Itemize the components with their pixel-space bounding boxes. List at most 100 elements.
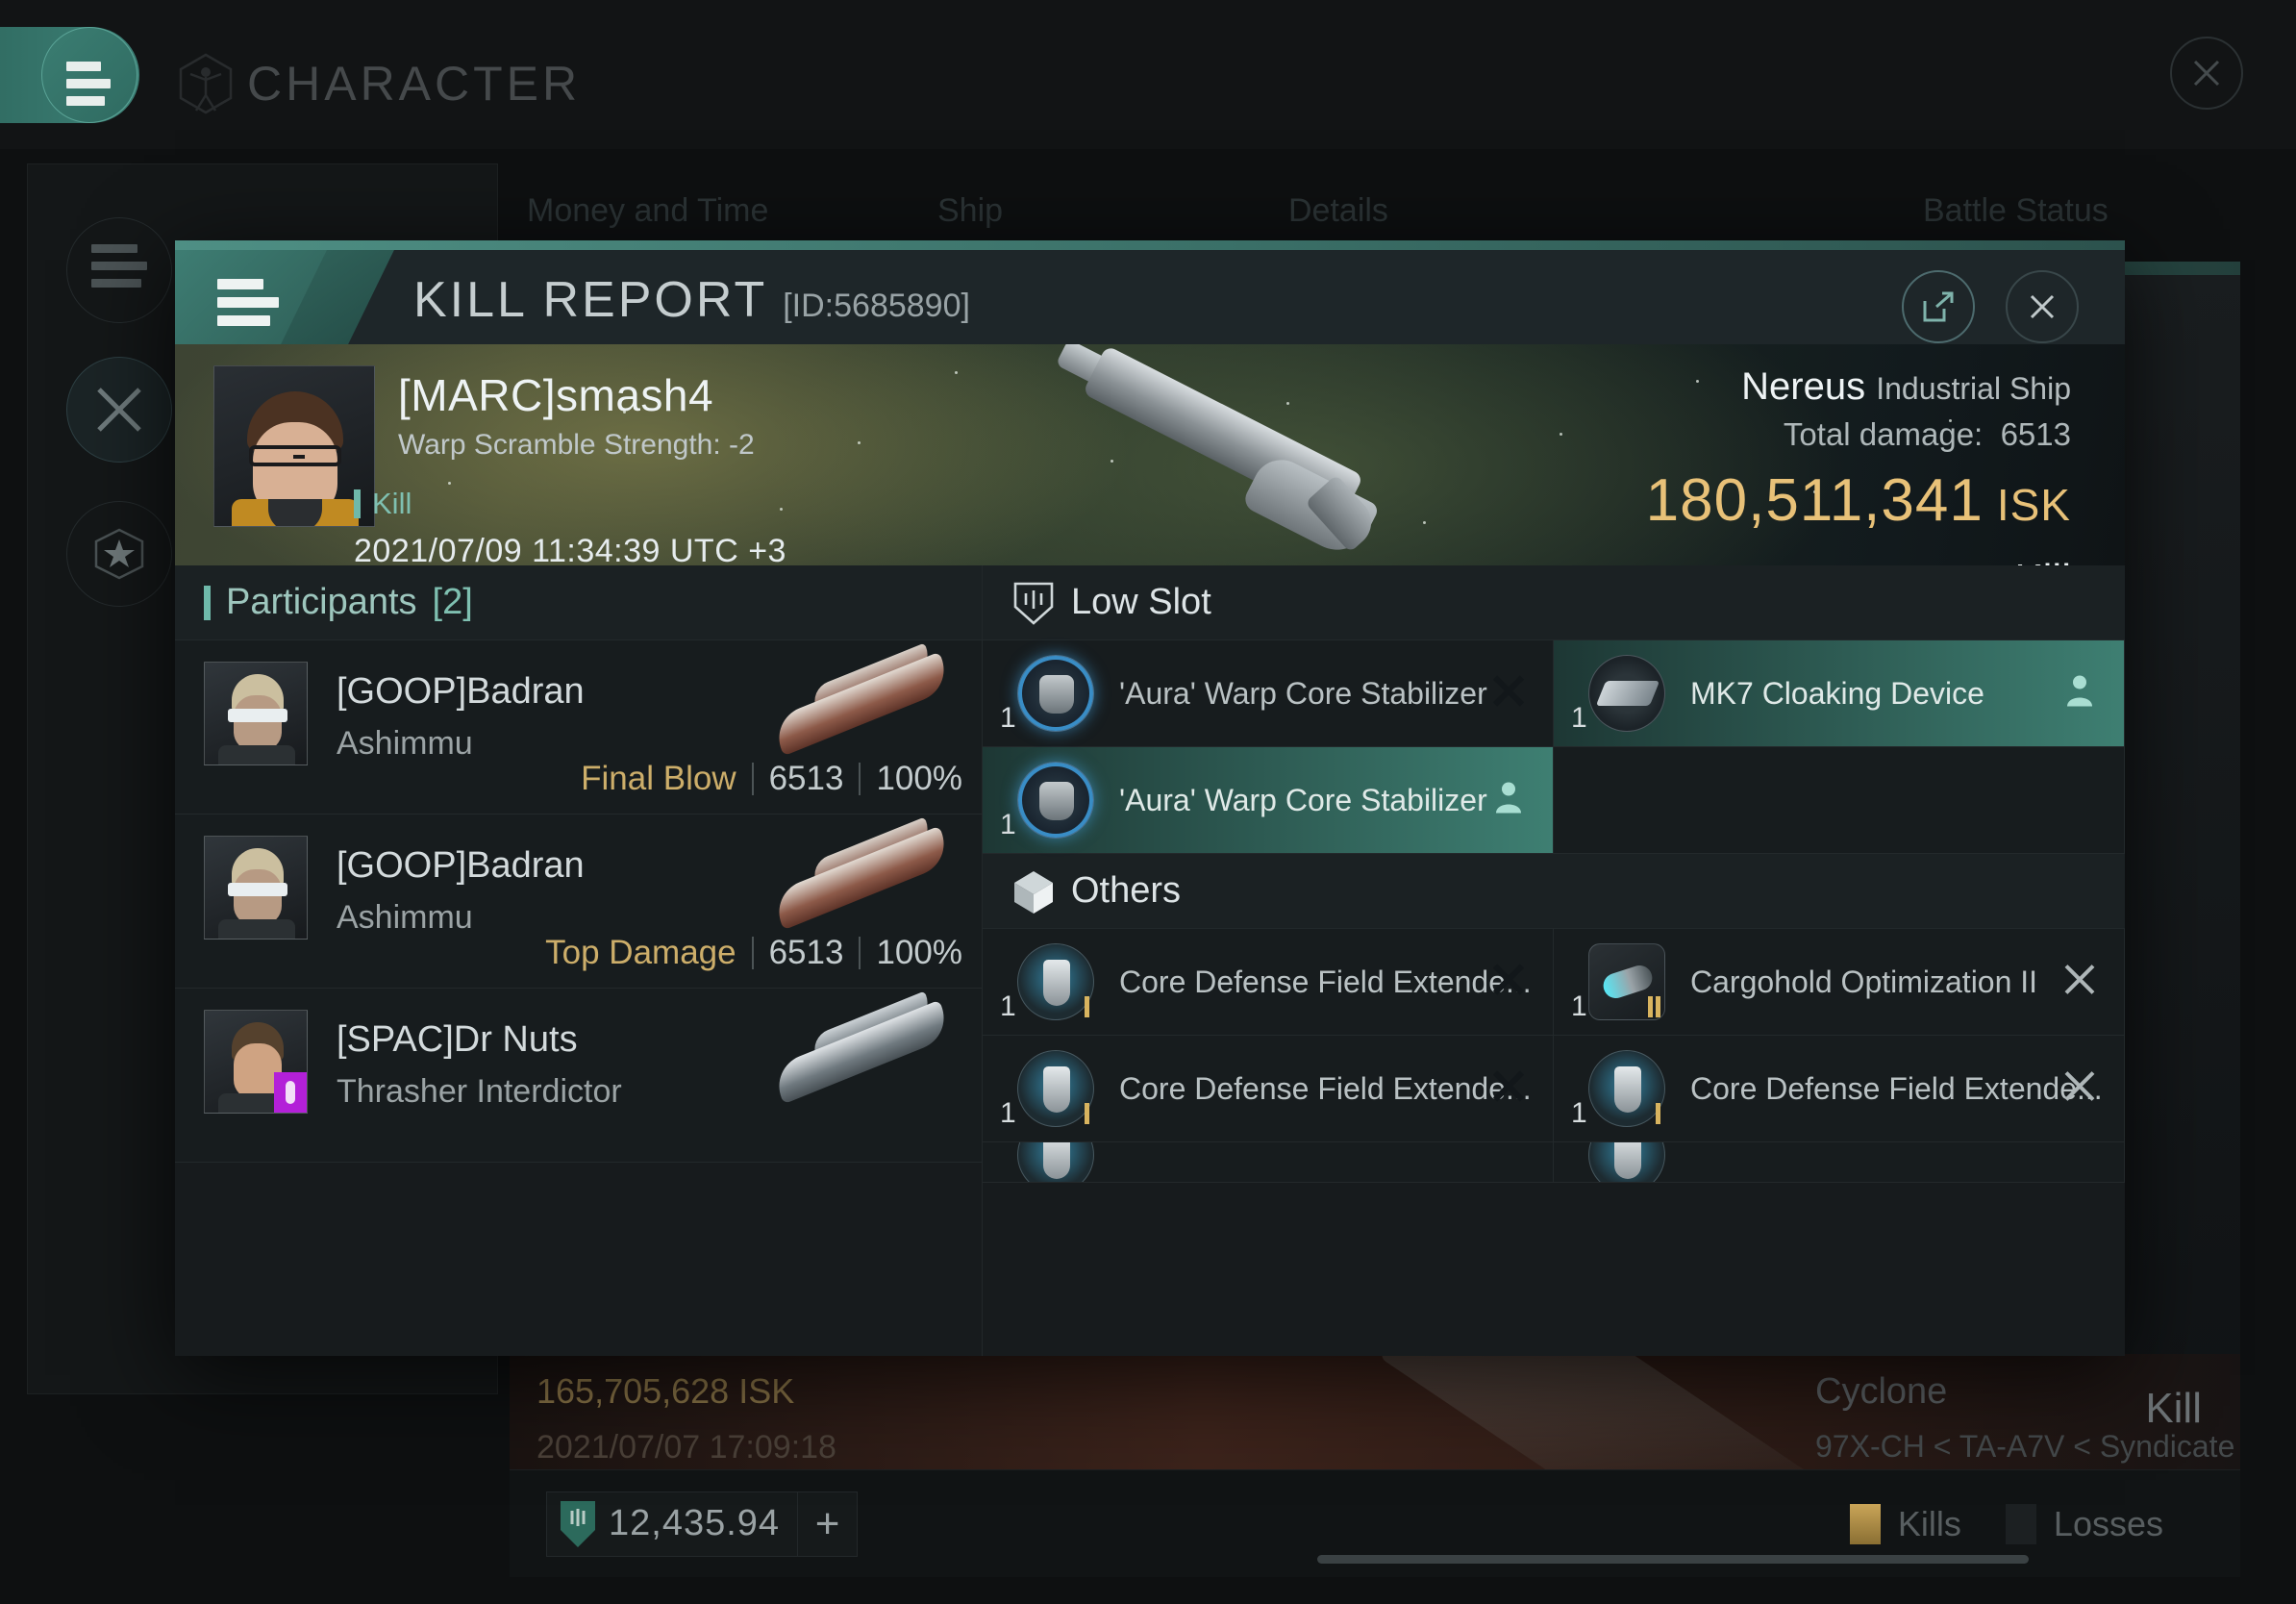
popout-button[interactable] [1902, 270, 1975, 343]
item-quantity: 1 [1571, 702, 1587, 734]
page-title: CHARACTER [178, 53, 581, 114]
table-row[interactable]: [GOOP]Badran Ashimmu Final Blow 6513 100… [175, 640, 982, 815]
victim-avatar[interactable] [213, 365, 375, 527]
isk-balance-box[interactable]: 12,435.94 + [546, 1491, 859, 1557]
crossed-swords-icon [97, 388, 141, 432]
table-row[interactable]: [SPAC]Dr Nuts Thrasher Interdictor [175, 989, 982, 1163]
security-status-badge-icon [274, 1072, 307, 1113]
horizontal-scrollbar[interactable] [1317, 1555, 2029, 1564]
participants-header: Participants [2] [175, 565, 982, 640]
avatar [204, 1010, 308, 1114]
tab-money-and-time[interactable]: Money and Time [527, 192, 768, 230]
participant-tag: Final Blow [581, 760, 736, 797]
cube-icon [1014, 870, 1053, 914]
add-isk-button[interactable]: + [797, 1491, 857, 1556]
rail-item-achievements[interactable] [66, 501, 172, 607]
others-header: Others [983, 854, 2125, 929]
legend-kills[interactable]: Kills [1849, 1503, 1961, 1544]
kill-isk-value: 180,511,341 ISK [1646, 466, 2071, 535]
isk-shield-icon [561, 1500, 595, 1547]
participants-panel: Participants [2] [GOOP]Badran Ashimmu Fi… [175, 565, 983, 1356]
list-item[interactable]: 1 'Aura' Warp Core Stabilizer [983, 640, 1554, 747]
field-extender-icon [1588, 1050, 1665, 1127]
kill-hero-banner: [MARC]smash4 Warp Scramble Strength: -2 … [175, 344, 2125, 565]
bg-kill-timestamp: 2021/07/07 17:09:18 [537, 1429, 836, 1466]
victim-ship-class: Industrial Ship [1876, 371, 2071, 406]
hamburger-icon [217, 279, 279, 334]
item-name: 'Aura' Warp Core Stabilizer [1119, 782, 1487, 817]
fitting-panel: Low Slot 1 'Aura' Warp Core Stabilizer 1 [983, 565, 2125, 1356]
section-accent [204, 585, 211, 620]
legend-kills-label: Kills [1897, 1503, 1961, 1543]
kill-isk-unit: ISK [1996, 480, 2071, 530]
external-link-icon [1923, 291, 1954, 322]
rail-item-combat[interactable] [66, 357, 172, 463]
total-damage-label: Total damage: [1783, 416, 1984, 452]
participant-name[interactable]: [GOOP]Badran [337, 671, 585, 713]
bottom-status-bar: 12,435.94 + Kills Losses [510, 1469, 2240, 1577]
list-item[interactable] [983, 1142, 1554, 1183]
tab-ship[interactable]: Ship [937, 192, 1003, 230]
main-menu-button[interactable] [0, 27, 139, 123]
participant-percent: 100% [876, 760, 962, 797]
participant-name[interactable]: [SPAC]Dr Nuts [337, 1019, 578, 1061]
kill-isk-number: 180,511,341 [1645, 467, 1984, 534]
victim-ship-line: Nereus Industrial Ship [1646, 365, 2071, 409]
bg-kill-ship: Cyclone [1815, 1371, 1948, 1412]
low-slot-items: 1 'Aura' Warp Core Stabilizer 1 MK7 Cloa… [983, 640, 2125, 854]
list-item[interactable]: 1 Core Defense Field Extende... [983, 1036, 1554, 1142]
kill-result-word: Kill [1646, 556, 2071, 565]
list-item[interactable]: 1 Cargohold Optimization II [1554, 929, 2125, 1036]
total-damage-line: Total damage: 6513 [1646, 416, 2071, 453]
modal-menu-button[interactable] [175, 250, 327, 344]
tab-battle-status[interactable]: Battle Status [1923, 192, 2109, 230]
kill-tag-label: Kill [372, 487, 412, 520]
losses-swatch-icon [2005, 1503, 2036, 1544]
victim-ship-name: Nereus [1741, 365, 1866, 408]
participants-label: Participants [226, 582, 417, 622]
item-dropped-marker [2060, 672, 2099, 715]
participant-ship-art [751, 990, 972, 1114]
list-item[interactable]: 1 Core Defense Field Extende... [1554, 1036, 2125, 1142]
kill-report-body: Participants [2] [GOOP]Badran Ashimmu Fi… [175, 565, 2125, 1356]
list-item[interactable]: 1 Core Defense Field Extende... [983, 929, 1554, 1036]
legend-losses[interactable]: Losses [2005, 1503, 2163, 1544]
legend-losses-label: Losses [2053, 1503, 2163, 1543]
participant-ship-art [751, 816, 972, 940]
close-icon [2030, 294, 2055, 319]
item-destroyed-marker [1489, 1067, 1528, 1111]
item-name: Core Defense Field Extende... [1690, 1070, 2103, 1106]
list-item[interactable]: 1 'Aura' Warp Core Stabilizer [983, 747, 1554, 854]
low-slot-header: Low Slot [983, 565, 2125, 640]
field-extender-icon [1017, 1050, 1094, 1127]
modal-actions [1902, 260, 2079, 354]
victim-warp-scramble: Warp Scramble Strength: -2 [398, 429, 755, 461]
kill-timestamp: 2021/07/09 11:34:39 UTC +3 [354, 533, 786, 565]
avatar [204, 662, 308, 765]
total-damage-value: 6513 [2000, 416, 2071, 452]
page-title-text: CHARACTER [247, 57, 582, 111]
item-quantity: 1 [1000, 809, 1016, 840]
item-dropped-marker [1489, 779, 1528, 822]
kill-result-tag: Kill [354, 487, 412, 521]
participant-name[interactable]: [GOOP]Badran [337, 845, 585, 887]
item-destroyed-marker [2060, 961, 2099, 1004]
x-destroyed-icon [2064, 1071, 2095, 1101]
tab-details[interactable]: Details [1288, 192, 1388, 230]
list-item[interactable]: 1 MK7 Cloaking Device [1554, 640, 2125, 747]
window-close-button[interactable] [2170, 37, 2243, 110]
field-extender-icon [1017, 1142, 1094, 1182]
x-destroyed-icon [1492, 675, 1525, 707]
table-row[interactable]: [GOOP]Badran Ashimmu Top Damage 6513 100… [175, 815, 982, 989]
list-item[interactable] [1554, 1142, 2125, 1183]
kill-loss-legend: Kills Losses [1849, 1503, 2163, 1544]
avatar [204, 836, 308, 940]
victim-name[interactable]: [MARC]smash4 [398, 369, 755, 421]
modal-close-button[interactable] [2006, 270, 2079, 343]
app-topbar: CHARACTER [0, 0, 2296, 149]
item-quantity: 1 [1571, 1097, 1587, 1129]
warp-core-stabilizer-icon [1017, 762, 1094, 839]
item-quantity: 1 [1571, 990, 1587, 1022]
background-kill-row[interactable]: 165,705,628 ISK 2021/07/07 17:09:18 Cycl… [510, 1354, 2240, 1469]
rail-item-menu[interactable] [66, 217, 172, 323]
